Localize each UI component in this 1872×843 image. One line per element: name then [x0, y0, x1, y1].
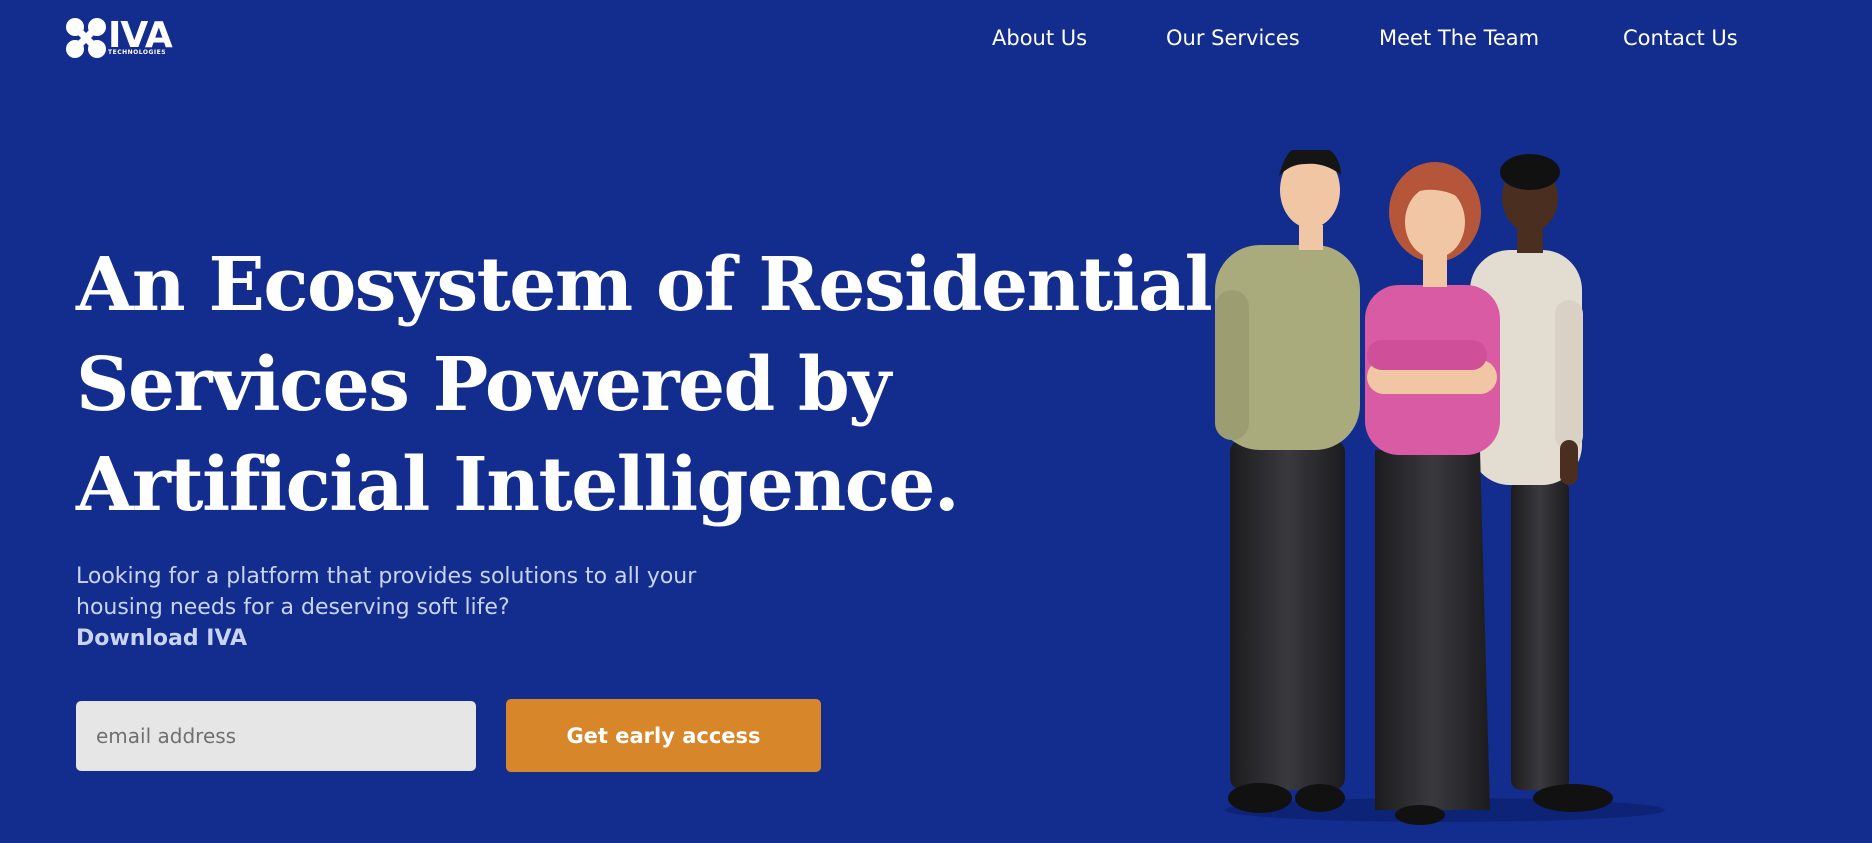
person-left: [1215, 150, 1360, 813]
person-right: [1470, 154, 1613, 812]
person-middle: [1365, 162, 1500, 825]
nav-contact-us[interactable]: Contact Us: [1623, 21, 1738, 55]
hero-headline: An Ecosystem of Residential Services Pow…: [76, 242, 1213, 528]
email-input[interactable]: [76, 701, 476, 771]
main-nav: About Us Our Services Meet The Team Cont…: [0, 21, 1872, 55]
nav-our-services[interactable]: Our Services: [1166, 21, 1300, 55]
three-people-illustration: [1215, 150, 1665, 825]
get-early-access-button[interactable]: Get early access: [506, 699, 821, 772]
nav-about-us[interactable]: About Us: [992, 21, 1087, 55]
download-iva-text: Download IVA: [76, 626, 248, 651]
hero-subtext-body: Looking for a platform that provides sol…: [76, 564, 697, 620]
nav-meet-the-team[interactable]: Meet The Team: [1379, 21, 1539, 55]
hero-subtext: Looking for a platform that provides sol…: [76, 561, 716, 654]
